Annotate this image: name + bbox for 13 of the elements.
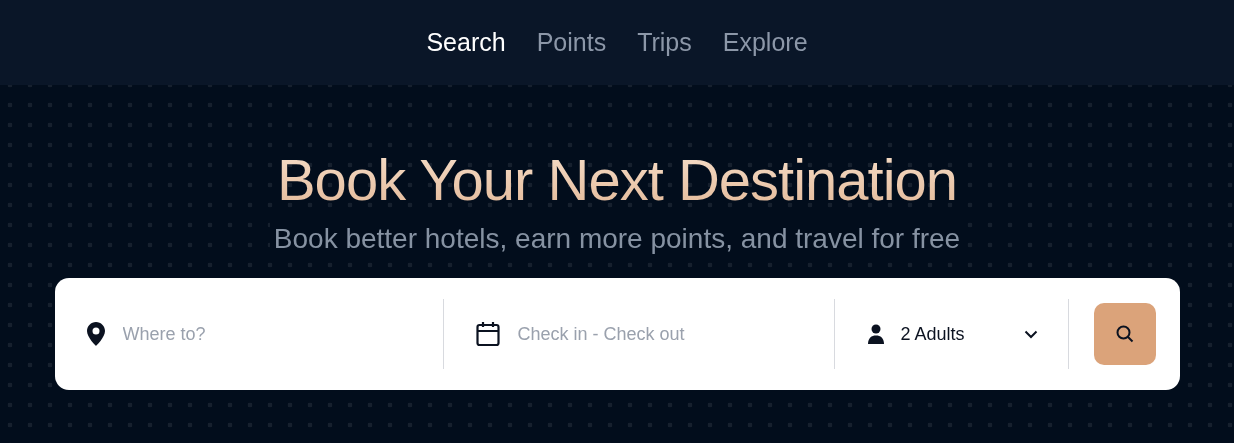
location-pin-icon [86,322,105,346]
nav-tab[interactable]: Explore [722,28,808,57]
person-icon [866,324,885,344]
search-button[interactable] [1093,303,1156,365]
calendar-icon [475,321,500,347]
chevron-down-icon [1023,329,1038,339]
destination-field[interactable]: Where to? [120,322,405,346]
date-range-field[interactable]: Check in - Check out [515,322,800,346]
nav-tab[interactable]: Search [426,28,506,57]
guests-dropdown[interactable]: 2 Adults [834,278,1068,390]
search-icon [1115,325,1134,343]
nav-tab[interactable]: Points [536,28,607,57]
nav-tab[interactable]: Trips [637,28,692,57]
